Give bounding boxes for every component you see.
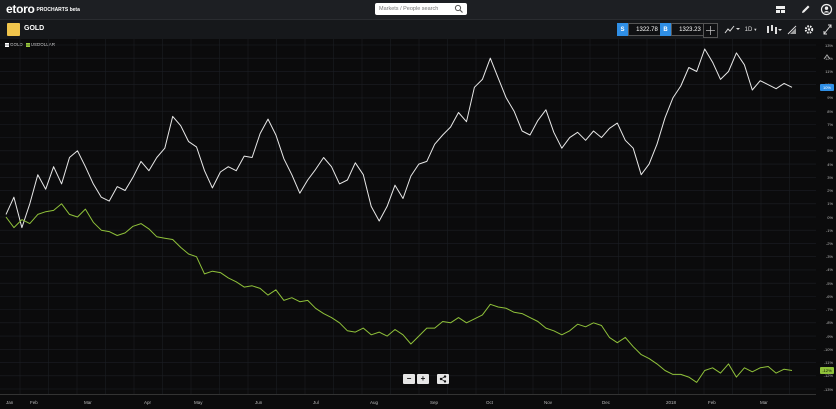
y-tick-label: -9% <box>825 333 833 339</box>
y-tick-label: -13% <box>823 386 833 392</box>
x-tick-label: Feb <box>708 400 716 405</box>
x-tick-label: Apr <box>144 400 152 405</box>
share-icon <box>439 375 447 383</box>
x-tick-label: Sep <box>430 400 439 405</box>
x-tick-label: Nov <box>544 400 553 405</box>
chevron-down-icon: ▼ <box>753 27 758 32</box>
y-tick-label: 13% <box>824 42 833 48</box>
buy-label: B <box>660 23 671 36</box>
search-box[interactable] <box>375 3 467 15</box>
y-tick-label: 0% <box>827 214 833 220</box>
timeframe-dropdown[interactable]: 1D ▼ <box>744 23 758 36</box>
y-tick-label: -5% <box>825 280 833 286</box>
y-tick-label: 5% <box>827 148 833 154</box>
x-tick-label: May <box>194 400 203 405</box>
x-tick-label: Dec <box>602 400 611 405</box>
y-tick-label: -12% <box>823 373 833 379</box>
buy-button[interactable]: B 1323.23 <box>660 23 709 36</box>
x-tick-label: Aug <box>370 400 379 405</box>
scroll-up-icon[interactable] <box>822 52 832 62</box>
user-menu-icon[interactable] <box>820 3 833 16</box>
y-tick-label: 3% <box>827 174 833 180</box>
x-tick-label: Jan <box>6 400 14 405</box>
y-tick-label: 7% <box>827 121 833 127</box>
y-tick-label: -7% <box>825 307 833 313</box>
y-tick-label: -6% <box>825 293 833 299</box>
zoom-out-button[interactable]: − <box>403 374 415 384</box>
series-line-gold[interactable] <box>5 48 793 229</box>
x-axis: Jan Feb Mar Apr May Jun Jul Aug Sep Oct Nov Dec 2018… <box>0 394 816 409</box>
x-tick-label: 2018 <box>666 400 677 405</box>
timeframe-label: 1D <box>744 26 753 33</box>
x-tick-label: Jun <box>255 400 263 405</box>
layout-icon[interactable] <box>774 3 787 16</box>
series-line-usdollar[interactable] <box>5 203 793 383</box>
chart-toolbar: GOLD S 1322.78 B 1323.23 1D ▼ <box>0 20 836 39</box>
chart-type-icon[interactable] <box>765 23 783 36</box>
y-tick-label: 4% <box>827 161 833 167</box>
search-icon[interactable] <box>454 4 464 14</box>
top-bar: etoro PROCHARTS beta <box>0 0 836 20</box>
last-value-tag-usdollar: -12% <box>820 366 834 374</box>
y-tick-label: -11% <box>823 360 833 366</box>
y-tick-label: -3% <box>825 254 833 260</box>
y-tick-label: 11% <box>825 68 833 74</box>
pencil-icon[interactable] <box>799 3 812 16</box>
settings-gear-icon[interactable] <box>803 23 815 36</box>
y-tick-label: -4% <box>825 267 833 273</box>
zoom-controls: − + <box>403 374 449 384</box>
search-input[interactable] <box>379 3 453 15</box>
etoro-logo[interactable]: etoro PROCHARTS beta <box>6 2 80 16</box>
sell-button[interactable]: S 1322.78 <box>617 23 666 36</box>
last-value-tag-gold: 10% <box>820 83 834 91</box>
x-tick-label: Oct <box>486 400 494 405</box>
zoom-in-button[interactable]: + <box>417 374 429 384</box>
logo-text: etoro <box>6 2 35 16</box>
y-tick-label: 6% <box>827 135 833 141</box>
fullscreen-icon[interactable] <box>822 23 833 36</box>
instrument-icon <box>7 23 20 36</box>
y-tick-label: -10% <box>823 346 833 352</box>
y-tick-label: 2% <box>827 188 833 194</box>
y-tick-label: -2% <box>825 240 833 246</box>
y-tick-label: -8% <box>825 320 833 326</box>
compare-icon[interactable] <box>724 23 740 36</box>
x-tick-label: Feb <box>30 400 38 405</box>
x-tick-label: Mar <box>760 400 768 405</box>
price-chart[interactable] <box>0 39 816 394</box>
y-tick-label: 1% <box>827 201 833 207</box>
y-tick-label: 8% <box>827 108 833 114</box>
x-tick-label: Jul <box>313 400 319 405</box>
share-button[interactable] <box>437 374 449 384</box>
x-tick-label: Mar <box>84 400 92 405</box>
y-tick-label: -1% <box>825 227 833 233</box>
y-tick-label: 9% <box>827 95 833 101</box>
crosshair-icon[interactable] <box>703 23 718 38</box>
sell-label: S <box>617 23 628 36</box>
logo-subtitle: PROCHARTS beta <box>36 6 80 13</box>
drawing-tools-icon[interactable] <box>786 23 798 36</box>
y-axis: 13%12%11%10%9%8%7%6%5%4%3%2%1%0%-1%-2%-3… <box>816 39 836 394</box>
instrument-name: GOLD <box>24 25 45 32</box>
